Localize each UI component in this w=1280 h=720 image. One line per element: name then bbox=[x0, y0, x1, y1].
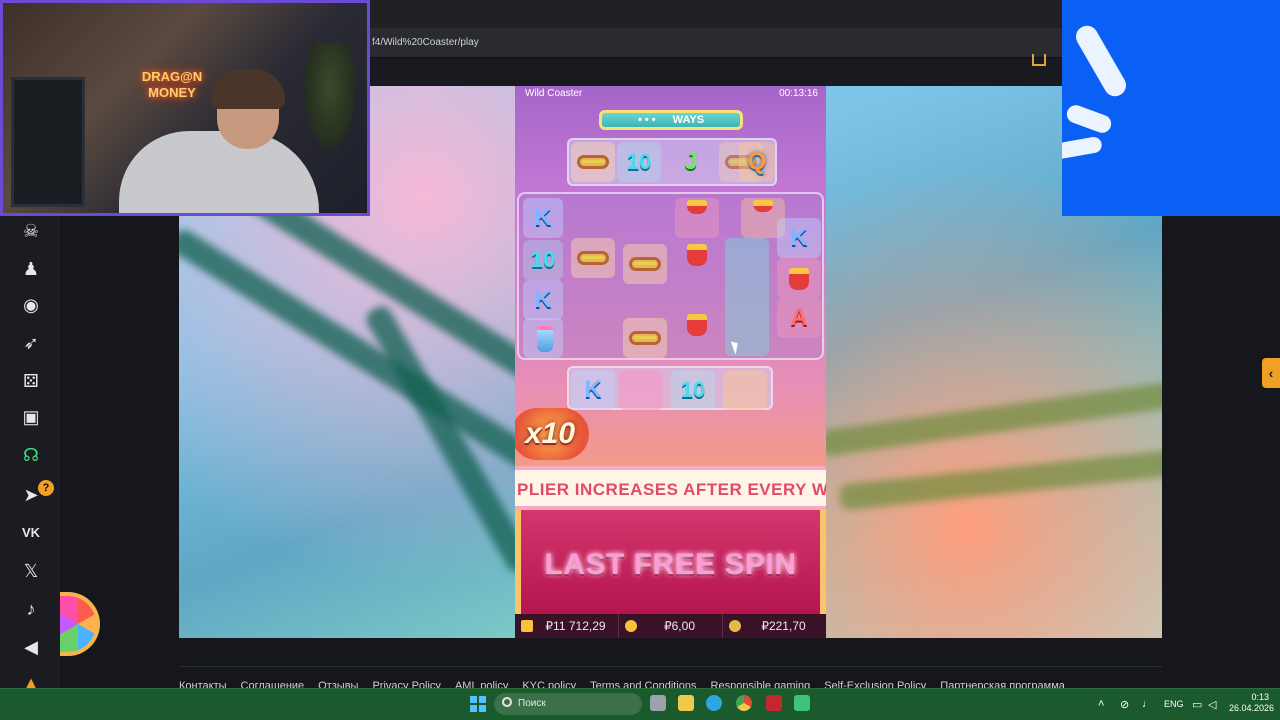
neon-sign: DRAG@N MONEY bbox=[127, 69, 217, 101]
symbol-k: K bbox=[523, 280, 563, 320]
free-spin-text: LAST FREE SPIN bbox=[544, 548, 797, 581]
fries-symbol bbox=[675, 234, 719, 274]
ways-banner: • • • WAYS bbox=[599, 110, 743, 130]
clock-time: 0:13 bbox=[1251, 692, 1269, 702]
streamer-body bbox=[119, 131, 319, 213]
symbol-a: A bbox=[777, 298, 821, 338]
balance-value: ₽11 712,29 bbox=[545, 619, 606, 633]
symbol-k: K bbox=[571, 370, 615, 410]
url-text[interactable]: f4/Wild%20Coaster/play bbox=[372, 37, 479, 48]
symbol-10: 10 bbox=[617, 142, 661, 182]
win-icon bbox=[729, 620, 741, 632]
clock[interactable]: 0:13 26.04.2026 bbox=[1229, 692, 1275, 714]
hotdog-symbol bbox=[571, 142, 615, 182]
wallet-icon bbox=[521, 620, 533, 632]
streamer-hair bbox=[211, 69, 285, 109]
slot-game[interactable]: Wild Coaster 00:13:16 • • • WAYS 10 J Q … bbox=[515, 86, 826, 638]
tray-chevron-icon[interactable]: ˄ bbox=[1098, 698, 1104, 710]
bell-icon[interactable]: ♪ bbox=[20, 598, 42, 620]
blue-overlay bbox=[1062, 0, 1280, 216]
task-view-icon[interactable] bbox=[650, 695, 666, 711]
neon-sign-line1: DRAG@N bbox=[141, 69, 203, 84]
drink-symbol bbox=[523, 318, 563, 358]
sound-icon[interactable]: ◀ bbox=[20, 636, 42, 658]
symbol-j: J bbox=[684, 148, 698, 175]
ways-label: WAYS bbox=[672, 114, 705, 126]
globe-icon[interactable]: ◉ bbox=[20, 294, 42, 316]
bet-display[interactable]: ₽6,00 bbox=[619, 614, 723, 638]
ways-dots: • • • bbox=[637, 114, 656, 126]
telegram-app-icon[interactable] bbox=[706, 695, 722, 711]
file-explorer-icon[interactable] bbox=[678, 695, 694, 711]
game-status-bar: ₽11 712,29 ₽6,00 ₽221,70 bbox=[515, 614, 826, 638]
fullscreen-icon[interactable] bbox=[1032, 54, 1046, 66]
symbol-10: 10 bbox=[523, 240, 563, 280]
game-title: Wild Coaster bbox=[525, 88, 583, 99]
right-panel bbox=[1162, 216, 1280, 688]
taskbar-search[interactable] bbox=[494, 693, 642, 715]
sidebar: ☠ ♟ ◉ ➶ ⚄ ▣ ☊ ➤ VK 𝕏 ♪ ◀ ▲ bbox=[0, 216, 62, 693]
hotdog-symbol bbox=[623, 318, 667, 358]
monitor-icon[interactable]: ▭ bbox=[1192, 698, 1202, 711]
symbol-k: K bbox=[523, 198, 563, 238]
fries-symbol bbox=[675, 304, 719, 344]
reel-grid: K 10 K K A bbox=[517, 192, 824, 360]
wild-ticket-symbol bbox=[725, 238, 769, 356]
win-multiplier: x10 bbox=[515, 408, 589, 460]
webcam-overlay: DRAG@N MONEY bbox=[0, 0, 370, 216]
plant bbox=[303, 43, 357, 153]
clock-date: 26.04.2026 bbox=[1229, 703, 1275, 713]
notification-badge: ? bbox=[38, 480, 54, 496]
rocket-icon[interactable]: ➶ bbox=[20, 332, 42, 354]
symbol-k: K bbox=[777, 218, 821, 258]
session-timer: 00:13:16 bbox=[779, 88, 818, 99]
coins-icon bbox=[625, 620, 637, 632]
mic-icon[interactable]: ♩ bbox=[1142, 698, 1153, 710]
hotdog-symbol bbox=[571, 238, 615, 278]
marquee-text: PLIER INCREASES AFTER EVERY WI bbox=[517, 480, 826, 499]
info-marquee: PLIER INCREASES AFTER EVERY WI bbox=[515, 466, 826, 510]
bag-icon[interactable]: ▣ bbox=[20, 406, 42, 428]
bonus-wheel-icon[interactable] bbox=[60, 592, 100, 656]
search-icon bbox=[502, 697, 512, 707]
free-spin-panel: LAST FREE SPIN bbox=[515, 510, 826, 614]
vk-icon[interactable]: VK bbox=[20, 522, 42, 544]
fries-symbol bbox=[675, 198, 719, 238]
taskbar-search-placeholder[interactable]: Поиск bbox=[518, 698, 546, 709]
balance-display: ₽11 712,29 bbox=[515, 614, 619, 638]
user-icon[interactable]: ♟ bbox=[20, 258, 42, 280]
win-value: ₽221,70 bbox=[761, 619, 806, 633]
hotdog-symbol bbox=[623, 244, 667, 284]
symbol-q: Q bbox=[739, 142, 775, 182]
carousel-symbol bbox=[619, 370, 663, 410]
top-reel: 10 J Q bbox=[567, 138, 777, 186]
shield-app-icon[interactable] bbox=[766, 695, 782, 711]
windows-start-icon[interactable] bbox=[470, 696, 486, 712]
collapse-chevron-icon[interactable]: ‹ bbox=[1262, 358, 1280, 388]
dice-icon[interactable]: ⚄ bbox=[20, 370, 42, 392]
footer-divider bbox=[179, 666, 1162, 667]
win-display: ₽221,70 bbox=[723, 614, 826, 638]
carousel-symbol bbox=[723, 370, 767, 410]
language-indicator[interactable]: ENG bbox=[1164, 699, 1184, 709]
symbol-10: 10 bbox=[671, 370, 715, 410]
app-icon[interactable] bbox=[794, 695, 810, 711]
support-icon[interactable]: ☊ bbox=[20, 444, 42, 466]
fries-symbol bbox=[777, 258, 821, 298]
neon-sign-line2: MONEY bbox=[148, 85, 196, 100]
bottom-reel: K 10 bbox=[567, 366, 773, 410]
volume-icon[interactable]: ◁ bbox=[1208, 698, 1216, 711]
bet-value: ₽6,00 bbox=[664, 619, 695, 633]
monitor bbox=[11, 77, 85, 207]
chrome-icon[interactable] bbox=[736, 695, 752, 711]
network-off-icon[interactable]: ⊘ bbox=[1120, 698, 1129, 711]
pirate-icon[interactable]: ☠ bbox=[20, 220, 42, 242]
x-icon[interactable]: 𝕏 bbox=[20, 560, 42, 582]
